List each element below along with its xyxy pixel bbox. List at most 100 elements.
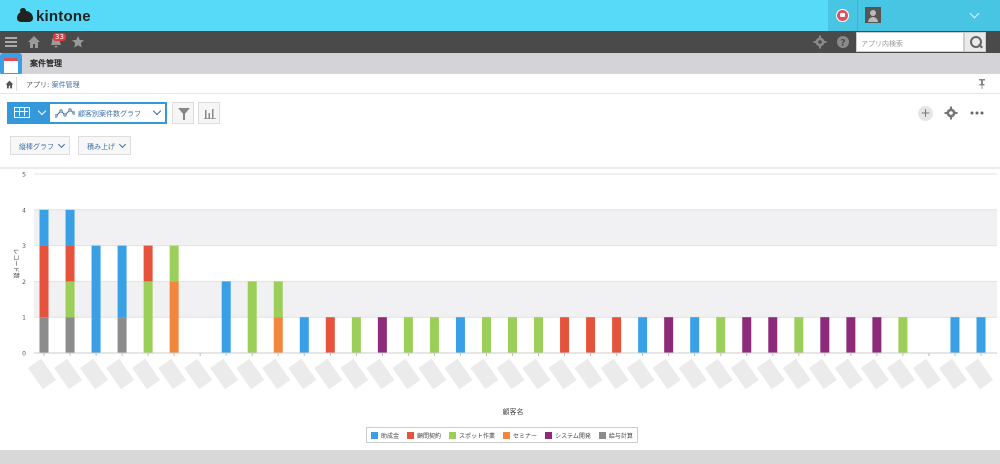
star-icon[interactable] [71, 35, 85, 49]
bar-segment [273, 281, 283, 318]
redacted-x-label [938, 358, 967, 390]
user-menu-chevron-down-icon[interactable] [969, 8, 980, 19]
bar-segment [976, 317, 986, 353]
y-tick-label: 0 [22, 351, 26, 358]
bar-segment [534, 317, 544, 353]
chevron-down-icon [37, 106, 47, 116]
bar-segment [586, 317, 596, 353]
menu-icon[interactable] [5, 37, 17, 47]
legend-item[interactable]: システム開発 [545, 431, 591, 440]
bar-segment [742, 317, 752, 353]
bar-segment [664, 317, 674, 353]
view-type-button[interactable] [9, 104, 50, 122]
redacted-x-label [470, 358, 499, 390]
legend-item[interactable]: セミナー [503, 431, 537, 440]
y-tick-label: 4 [22, 207, 26, 214]
legend-label: 給与計算 [608, 432, 633, 440]
legend-swatch [545, 431, 553, 439]
pin-icon[interactable] [978, 79, 986, 89]
calendar-app-icon[interactable] [0, 53, 22, 75]
app-settings-gear-icon[interactable] [944, 106, 958, 120]
stack-mode-dropdown[interactable]: 積み上げ [78, 136, 131, 155]
chart-type-dropdown[interactable]: 縦棒グラフ [10, 136, 70, 155]
kintone-logo-icon [17, 7, 33, 22]
redacted-x-label [418, 358, 447, 390]
redacted-x-label [730, 358, 759, 390]
breadcrumb-separator [16, 77, 17, 91]
help-icon[interactable]: ? [836, 35, 850, 49]
y-tick-label: 5 [22, 172, 26, 179]
graph-settings-button[interactable] [198, 102, 220, 124]
app-title[interactable]: 案件管理 [30, 58, 62, 69]
bar-segment [143, 281, 153, 353]
view-name: 顧客別案件数グラフ [78, 110, 141, 118]
app-title-bar [0, 53, 1000, 74]
bar-segment [91, 245, 101, 353]
legend-item[interactable]: 給与計算 [598, 431, 633, 440]
redacted-x-label [314, 358, 343, 390]
y-axis-label: レコード数 [12, 248, 20, 278]
plot-band [34, 174, 997, 210]
user-avatar-icon[interactable] [865, 7, 881, 23]
bar-segment [169, 245, 179, 282]
bar-segment [429, 317, 439, 353]
bar-segment [638, 317, 648, 353]
redacted-x-label [522, 358, 551, 390]
view-selector[interactable]: 顧客別案件数グラフ [7, 102, 167, 124]
bar-segment [65, 317, 75, 353]
bar-segment [221, 281, 231, 353]
bar-segment [351, 317, 361, 353]
bar-segment [377, 317, 387, 353]
add-record-button[interactable]: + [918, 106, 933, 121]
stacked-bar-chart: 0 1 2 3 4 5 レコード数顧客名 [12, 172, 997, 416]
redacted-x-label [184, 358, 213, 390]
legend-swatch [449, 431, 457, 439]
bar-segment [768, 317, 778, 353]
more-options-icon[interactable] [970, 111, 984, 115]
redacted-x-label [106, 358, 135, 390]
notification-count-badge: 33 [53, 33, 66, 41]
legend-swatch [371, 431, 378, 439]
legend-item[interactable]: 顧問契約 [407, 431, 441, 440]
bar-segment [846, 317, 856, 353]
chevron-down-icon [118, 140, 127, 149]
legend-swatch [407, 431, 415, 439]
notification-icon[interactable] [836, 9, 849, 22]
app-search-input[interactable]: アプリ内検索 [856, 32, 964, 52]
redacted-x-label [626, 358, 655, 390]
breadcrumb [0, 74, 1000, 94]
legend-item[interactable]: スポット作業 [449, 431, 495, 440]
breadcrumb-app-link[interactable]: アプリ: 案件管理 [26, 80, 80, 90]
home-icon[interactable] [27, 35, 41, 49]
legend-item[interactable]: 助成金 [371, 431, 399, 440]
redacted-x-label [28, 358, 57, 390]
legend-label: 顧問契約 [417, 432, 442, 440]
legend-label: セミナー [513, 432, 538, 440]
bar-segment [143, 245, 153, 282]
bar-segment [325, 317, 335, 353]
chevron-down-icon [57, 140, 66, 149]
settings-gear-icon[interactable] [813, 35, 827, 49]
breadcrumb-home-icon[interactable] [5, 80, 14, 89]
filter-button[interactable] [172, 102, 194, 124]
breadcrumb-prefix: アプリ: [26, 81, 50, 89]
redacted-x-label [210, 358, 239, 390]
redacted-x-label [678, 358, 707, 390]
redacted-x-label [886, 358, 915, 390]
redacted-x-label [600, 358, 629, 390]
search-icon[interactable] [964, 32, 986, 52]
legend-swatch [598, 431, 606, 439]
bar-segment [872, 317, 882, 353]
bar-segment [39, 245, 49, 318]
bar-segment [481, 317, 491, 353]
redacted-x-label [574, 358, 603, 390]
kintone-logo[interactable]: kintone [17, 7, 91, 25]
redacted-x-label [132, 358, 161, 390]
redacted-x-label [80, 358, 109, 390]
redacted-x-label [236, 358, 265, 390]
global-navbar: 33 ? アプリ内検索 [0, 31, 1000, 53]
bar-segment [117, 317, 127, 353]
bar-segment [273, 317, 283, 353]
bar-segment [820, 317, 830, 353]
svg-text:?: ? [840, 39, 845, 49]
